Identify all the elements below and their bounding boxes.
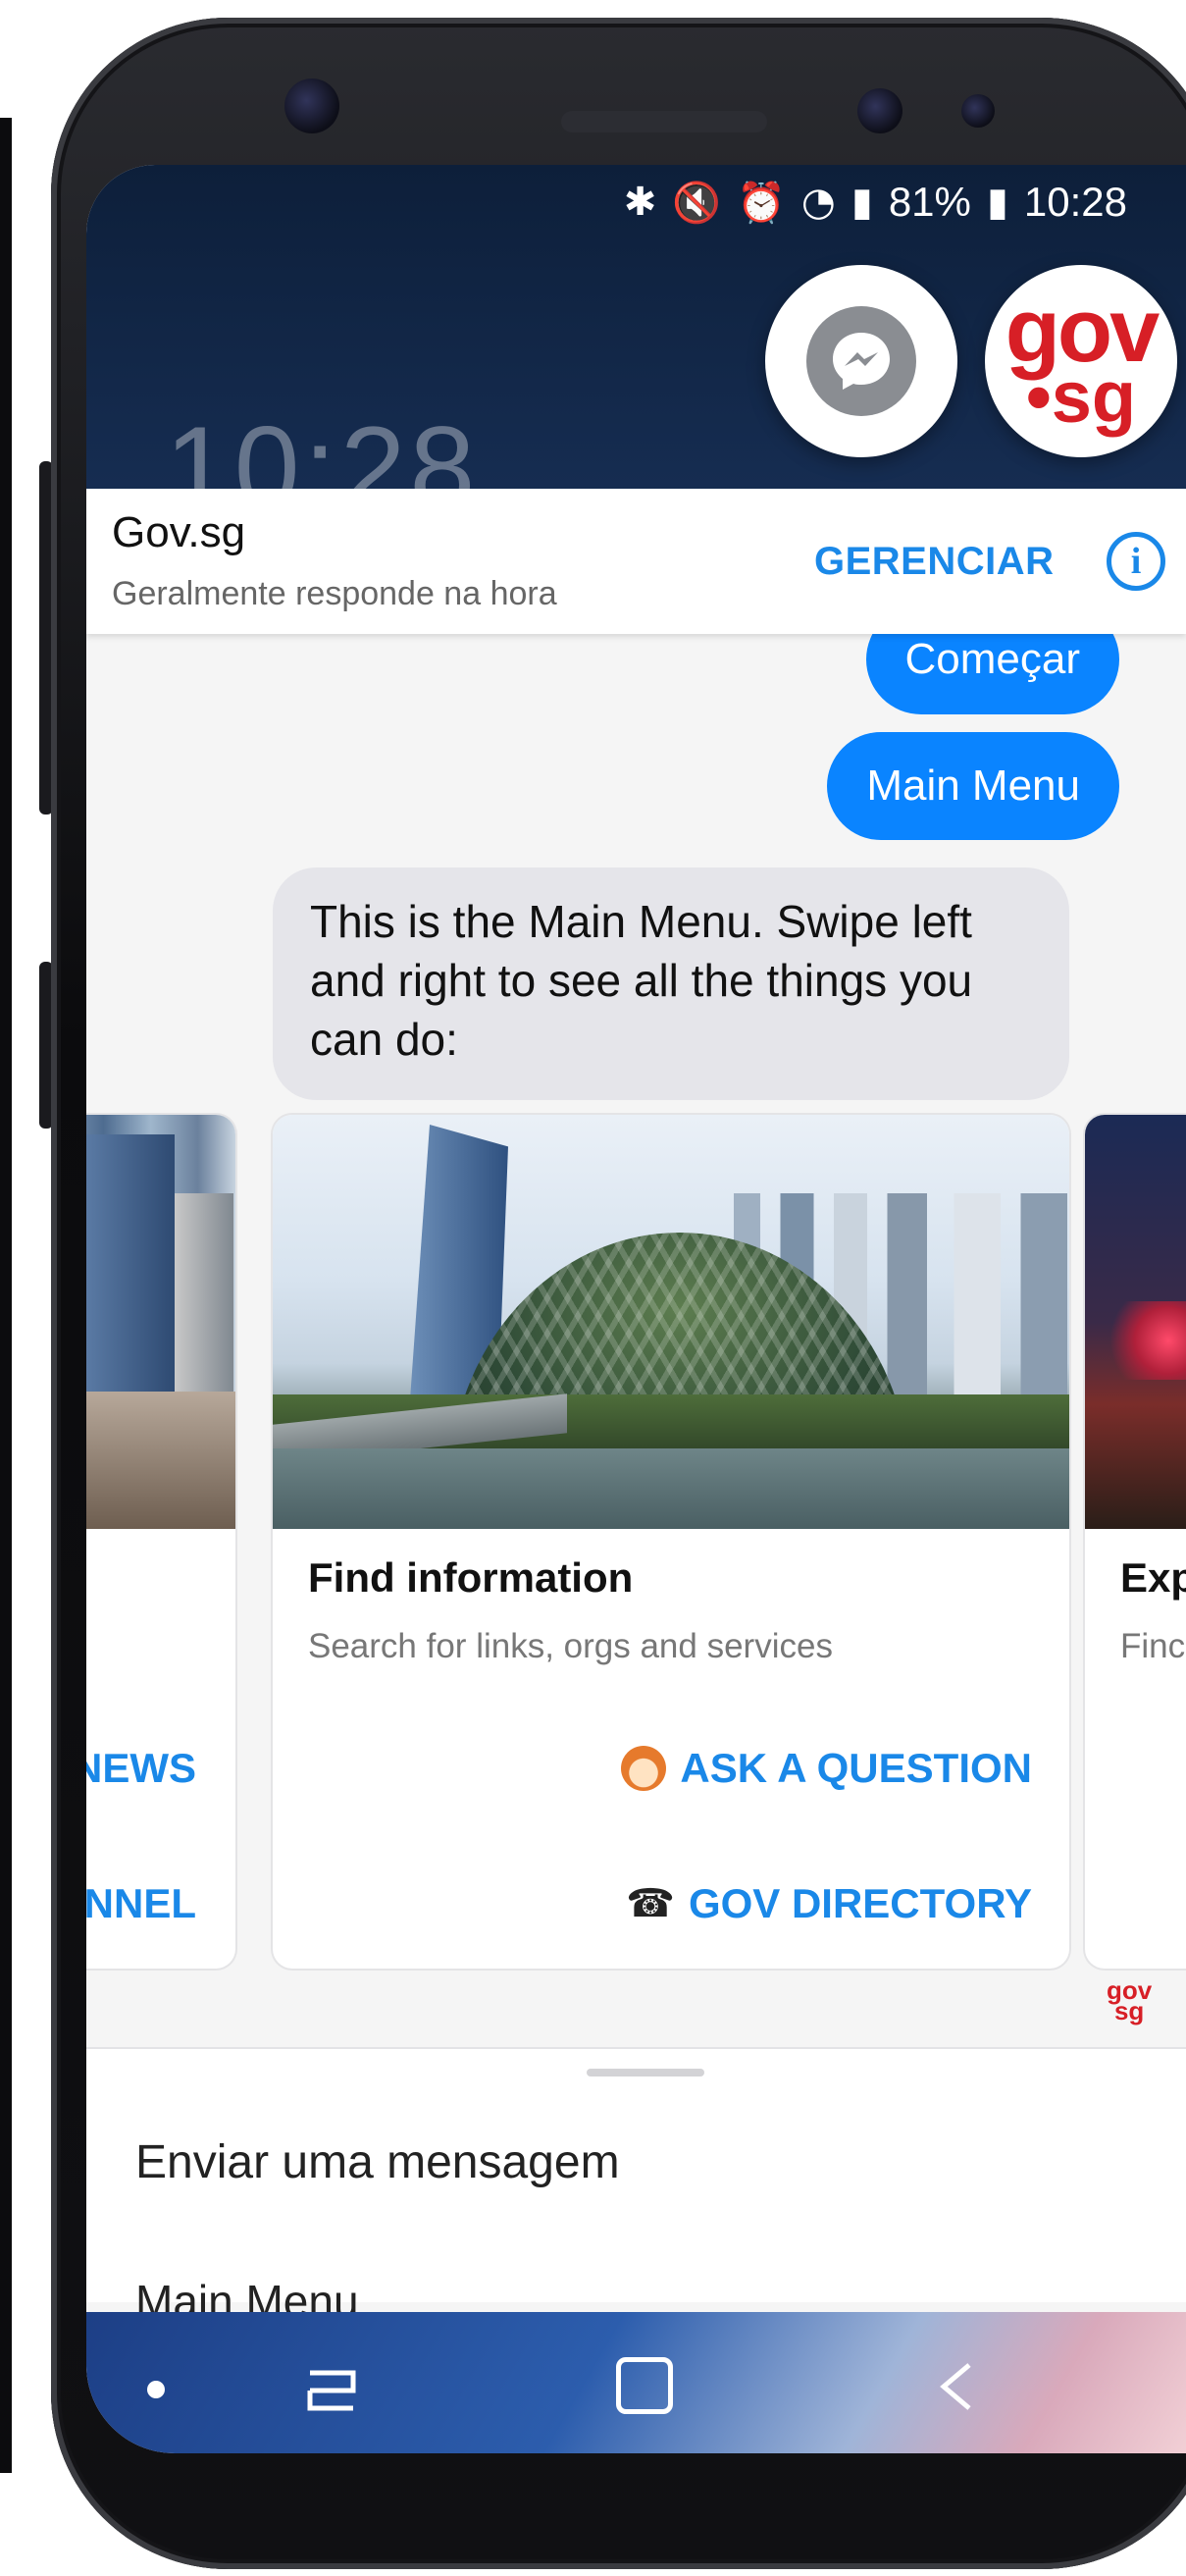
carousel-card-find-information[interactable]: Find information Search for links, orgs … (273, 1115, 1069, 1969)
incoming-message: This is the Main Menu. Swipe left and ri… (273, 867, 1069, 1101)
card-action-news[interactable]: NEWS (86, 1745, 196, 1792)
card-title: Exp (1120, 1554, 1186, 1601)
left-phone-edge (0, 118, 12, 2473)
front-camera (857, 88, 902, 133)
battery-percent: 81% (888, 179, 971, 225)
message-list[interactable]: Começar Main Menu This is the Main Menu.… (86, 605, 1186, 2024)
card-image (86, 1115, 235, 1529)
status-bar: ✱ 🔇 ⏰ ◔ ▮ 81% ▮ 10:28 (624, 179, 1127, 226)
card-image (1085, 1115, 1186, 1529)
composer: Enviar uma mensagem Main Menu (86, 2047, 1186, 2327)
navigation-bar (86, 2312, 1186, 2453)
outgoing-message: Main Menu (827, 732, 1119, 840)
chat-subtitle: Geralmente responde na hora (112, 575, 557, 612)
iris-sensor (961, 94, 995, 128)
ask-question-label: ASK A QUESTION (680, 1745, 1032, 1791)
carousel-card-next[interactable]: Exp Finc (1085, 1115, 1186, 1969)
signal-icon: ▮ (851, 180, 873, 225)
gov-chat-head[interactable]: gov •sg (985, 265, 1177, 457)
gov-logo: gov •sg (1005, 280, 1160, 439)
wifi-icon: ◔ (800, 180, 836, 225)
drag-handle[interactable] (587, 2069, 704, 2077)
card-title: Find information (308, 1554, 634, 1601)
mute-icon: 🔇 (672, 180, 722, 226)
gov-directory-button[interactable]: ☎ GOV DIRECTORY (626, 1880, 1032, 1927)
woman-avatar-icon (621, 1746, 667, 1791)
bluetooth-icon: ✱ (623, 180, 657, 225)
home-icon[interactable] (616, 2357, 673, 2414)
chat-header: Gov.sg Geralmente responde na hora GEREN… (86, 489, 1186, 634)
phone-screen: 10:28 ✱ 🔇 ⏰ ◔ ▮ 81% ▮ 10:28 gov •sg Gov.… (86, 165, 1186, 2453)
status-time: 10:28 (1023, 179, 1127, 225)
back-icon[interactable] (930, 2357, 989, 2416)
info-icon[interactable]: i (1107, 532, 1165, 591)
recent-apps-icon[interactable] (304, 2361, 359, 2416)
gov-directory-label: GOV DIRECTORY (688, 1880, 1032, 1926)
battery-icon: ▮ (986, 180, 1008, 225)
nav-dot-icon[interactable] (147, 2381, 165, 2398)
card-subtitle: Finc (1120, 1627, 1186, 1665)
manage-button[interactable]: GERENCIAR (814, 540, 1055, 584)
ask-question-button[interactable]: ASK A QUESTION (621, 1745, 1032, 1792)
card-subtitle: Search for links, orgs and services (308, 1627, 833, 1665)
front-sensor (284, 79, 339, 133)
chat-title: Gov.sg (112, 508, 246, 556)
message-input[interactable]: Enviar uma mensagem (135, 2135, 620, 2189)
carousel-card-previous[interactable]: NEWS ANNEL (86, 1115, 235, 1969)
messenger-icon (806, 306, 916, 416)
telephone-icon: ☎ (626, 1881, 675, 1926)
messenger-chat-head[interactable] (765, 265, 957, 457)
card-image (273, 1115, 1069, 1529)
gov-small-logo: gov sg (1107, 1975, 1153, 2025)
alarm-icon: ⏰ (737, 180, 786, 226)
earpiece-speaker (561, 111, 767, 132)
card-action-channel[interactable]: ANNEL (86, 1880, 196, 1927)
